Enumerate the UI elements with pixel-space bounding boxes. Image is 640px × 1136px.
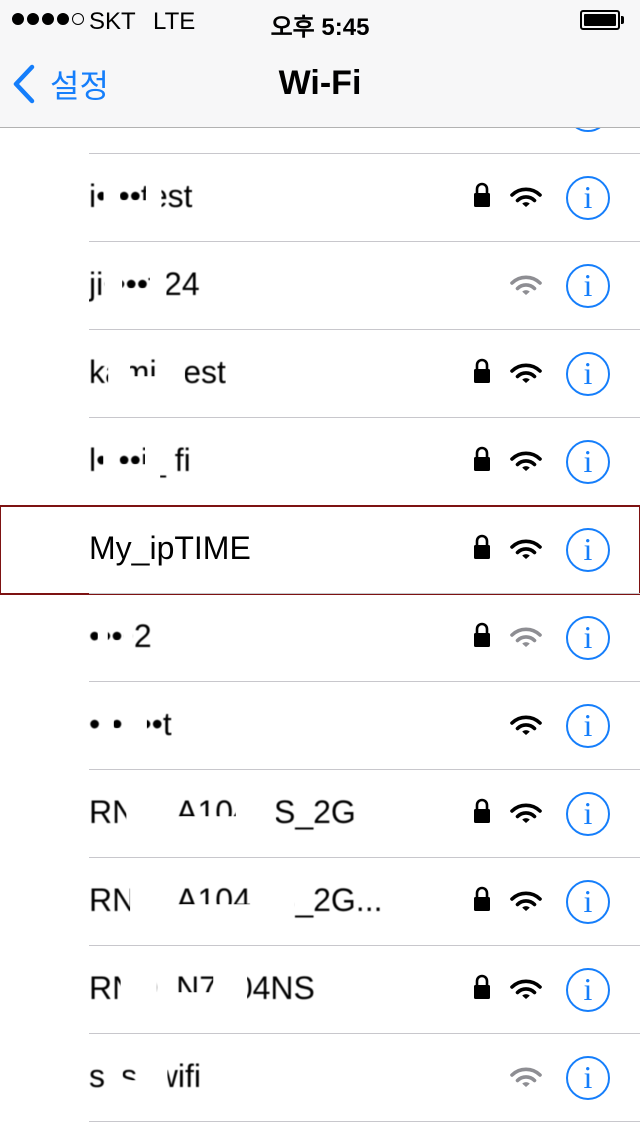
network-name: ••••2 [89,618,152,654]
wifi-icon [510,363,542,385]
wifi-icon [510,187,542,209]
lock-icon [473,622,491,648]
lock-icon [473,534,491,560]
network-name: •••_••t [89,706,172,742]
row-separator [89,1121,640,1122]
wifi-icon [510,451,542,473]
navigation-bar: 설정 Wi-Fi [0,40,640,128]
lock-icon [473,798,491,824]
wifi-icon [510,539,542,561]
network-name: RND_A104NS_2G [89,794,356,830]
network-name: kami_test [89,354,226,390]
network-name: sss_wifi [89,1058,202,1094]
info-icon[interactable]: i [566,528,610,572]
wifi-icon [510,891,542,913]
network-list: ii••••testiji••••fi24ikami_testil••••i_ … [0,66,640,1122]
network-row[interactable]: ••••2 i [0,594,640,682]
wifi-icon [510,979,542,1001]
lock-icon [473,182,491,208]
lock-icon [473,974,491,1000]
network-row[interactable]: •••_••t i [0,682,640,770]
info-icon[interactable]: i [566,968,610,1012]
network-name: RND_A104NS_2G... [89,882,383,918]
info-icon[interactable]: i [566,440,610,484]
info-icon[interactable]: i [566,880,610,924]
network-name: i••••test [89,178,193,214]
info-icon[interactable]: i [566,616,610,660]
info-icon[interactable]: i [566,264,610,308]
network-row[interactable]: kami_test i [0,330,640,418]
network-row[interactable]: l••••i_ fi i [0,418,640,506]
info-icon[interactable]: i [566,1056,610,1100]
page-title: Wi-Fi [278,64,362,102]
lock-icon [473,886,491,912]
lock-icon [473,358,491,384]
battery-icon [580,10,625,30]
network-row[interactable]: RND_N7004NS i [0,946,640,1034]
network-row[interactable]: sss_wifi i [0,1034,640,1122]
network-row[interactable]: ji••••fi24 i [0,242,640,330]
wifi-icon [510,275,542,297]
wifi-icon [510,803,542,825]
network-name: RND_N7004NS [89,970,315,1006]
clock: 오후 5:45 [270,14,370,41]
info-icon[interactable]: i [566,704,610,748]
network-name: ji••••fi24 [89,266,200,302]
wifi-icon [510,1067,542,1089]
network-row[interactable]: RND_A104NS_2G... i [0,858,640,946]
lock-icon [473,446,491,472]
info-icon[interactable]: i [566,792,610,836]
wifi-icon [510,715,542,737]
info-icon[interactable]: i [566,176,610,220]
network-row[interactable]: RND_A104NS_2G i [0,770,640,858]
status-bar: SKT LTE 오후 5:45 [0,0,640,41]
network-name: My_ipTIME [89,530,251,566]
info-icon[interactable]: i [566,352,610,396]
network-row-selected[interactable]: My_ipTIME i [0,505,640,595]
network-name: l••••i_ fi [89,442,191,478]
network-row[interactable]: i••••test i [0,154,640,242]
wifi-icon [510,627,542,649]
